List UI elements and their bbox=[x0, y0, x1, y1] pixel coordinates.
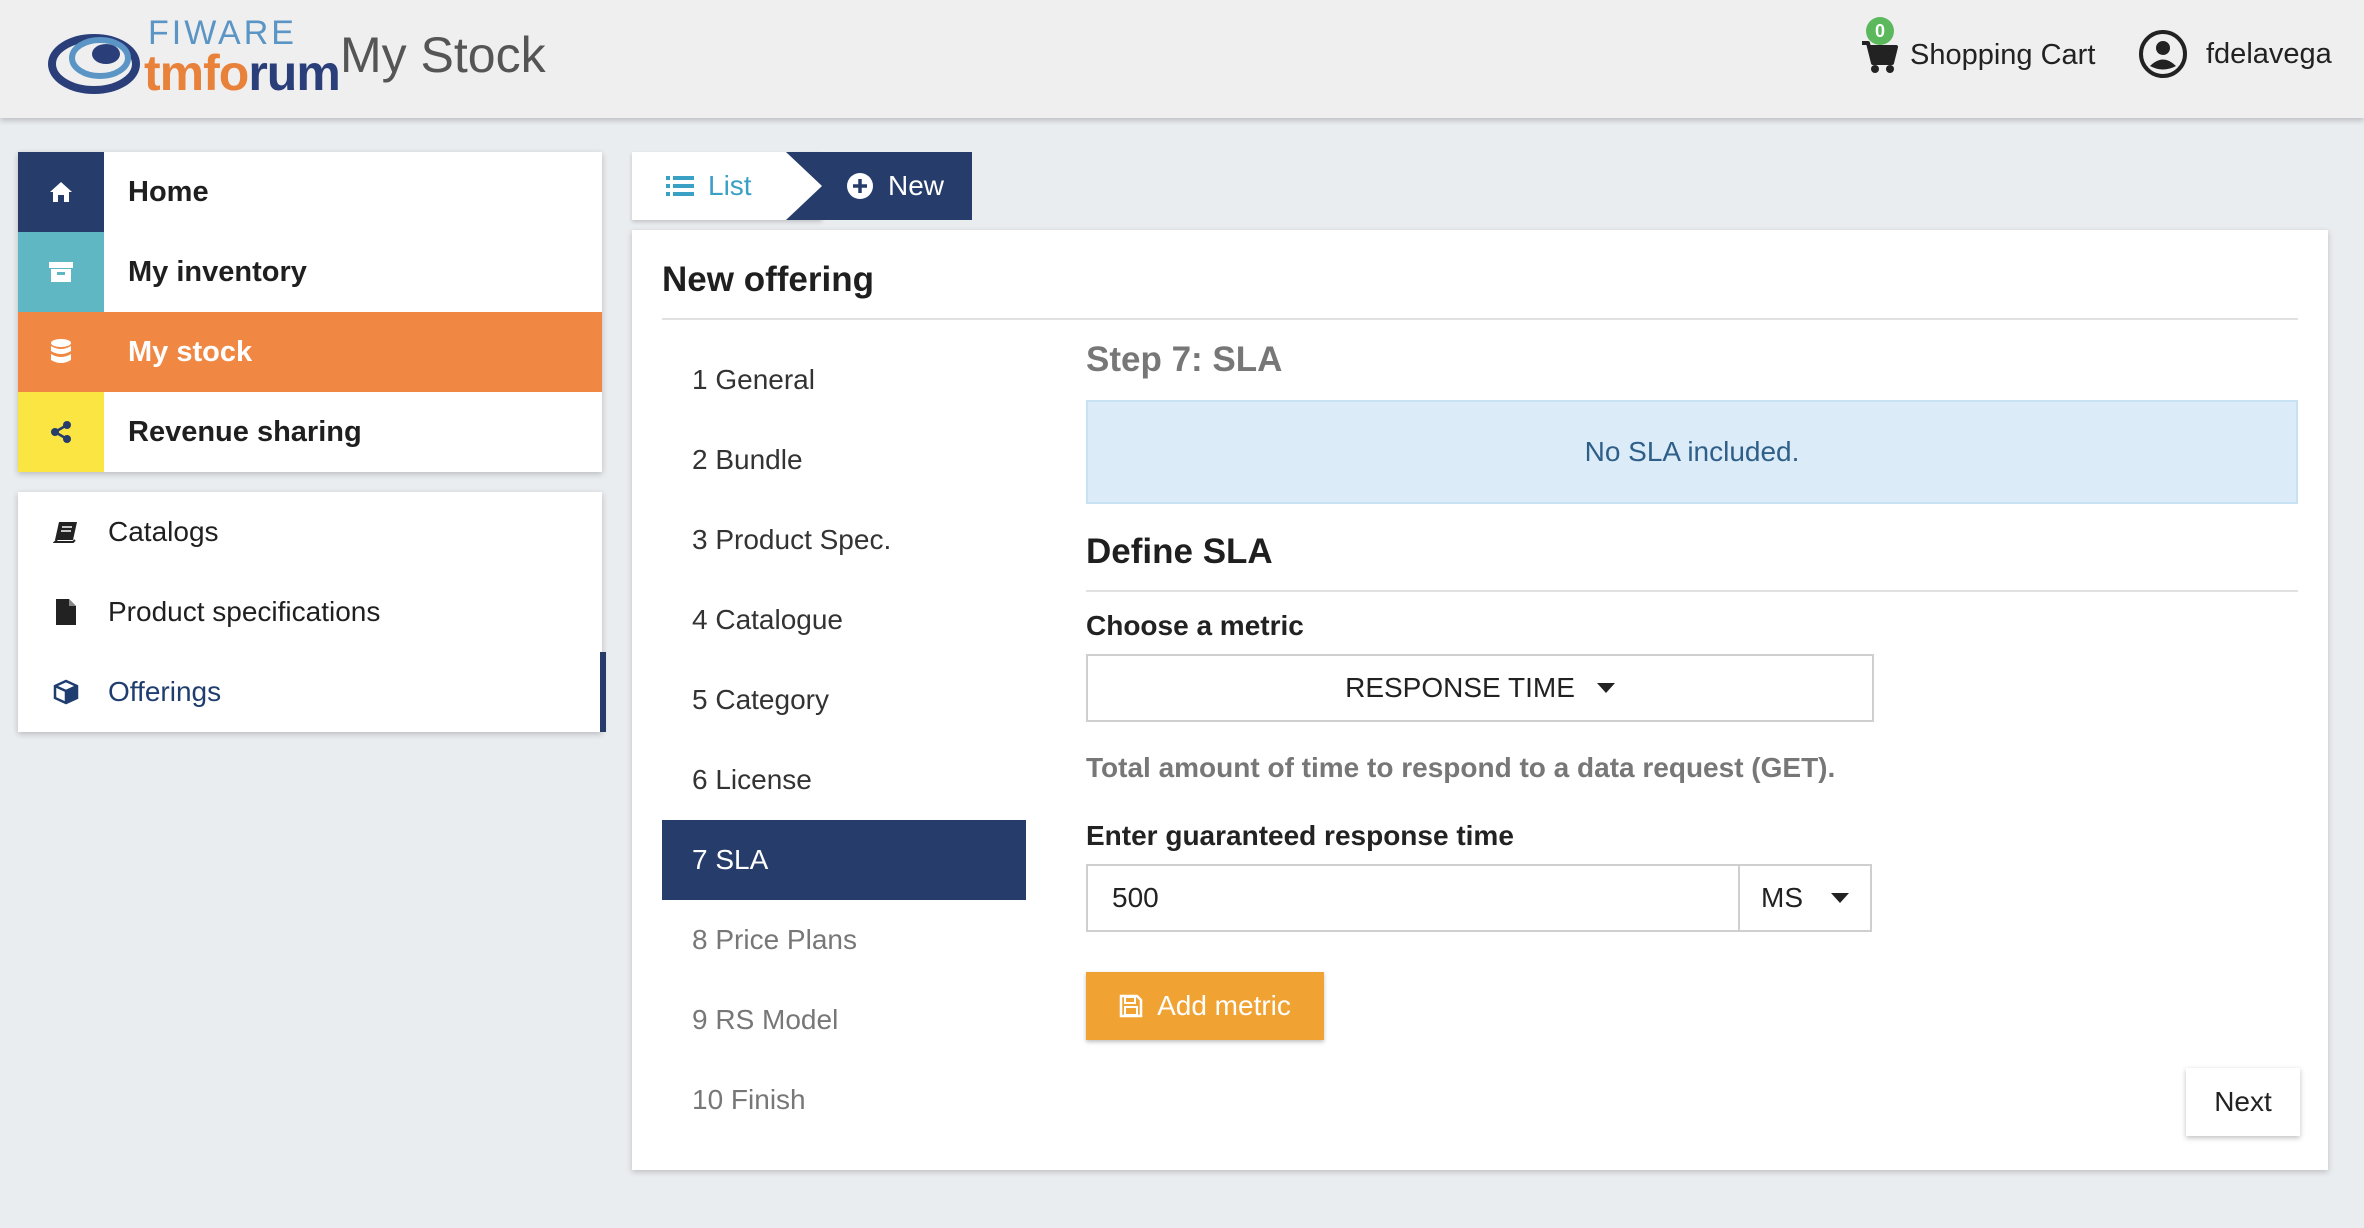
divider bbox=[1086, 590, 2298, 592]
menu-item-revenue-sharing[interactable]: Revenue sharing bbox=[18, 392, 602, 472]
step-rs-model[interactable]: 9 RS Model bbox=[662, 980, 1026, 1060]
metric-description: Total amount of time to respond to a dat… bbox=[1086, 752, 1836, 783]
step-bundle[interactable]: 2 Bundle bbox=[662, 420, 1026, 500]
step-sla[interactable]: 7 SLA bbox=[662, 820, 1026, 900]
menu-item-label: Revenue sharing bbox=[128, 415, 362, 448]
top-header: FIWARE tmforum My Stock 0 Shopping Cart … bbox=[0, 0, 2364, 118]
menu-item-label: Offerings bbox=[108, 676, 222, 707]
unit-select[interactable]: MS bbox=[1738, 864, 1872, 932]
menu-item-label: Catalogs bbox=[108, 516, 219, 547]
user-circle-icon bbox=[2139, 30, 2187, 78]
add-metric-button[interactable]: Add metric bbox=[1086, 972, 1324, 1040]
primary-menu: Home My inventory My stock Revenue shari… bbox=[18, 152, 602, 472]
divider bbox=[662, 318, 2298, 320]
menu-item-label: My stock bbox=[128, 335, 253, 368]
book-icon bbox=[52, 518, 80, 546]
list-icon bbox=[666, 176, 694, 196]
step-category[interactable]: 5 Category bbox=[662, 660, 1026, 740]
cart-count-badge: 0 bbox=[1866, 17, 1894, 45]
wizard-steps: 1 General 2 Bundle 3 Product Spec. 4 Cat… bbox=[662, 340, 1026, 1140]
response-time-input[interactable] bbox=[1086, 864, 1740, 932]
cart-icon: 0 bbox=[1860, 17, 1898, 75]
menu-item-label: My inventory bbox=[128, 255, 307, 288]
step-price-plans[interactable]: 8 Price Plans bbox=[662, 900, 1026, 980]
unit-select-value: MS bbox=[1761, 882, 1803, 913]
tab-new-label: New bbox=[888, 170, 945, 201]
step-title: Step 7: SLA bbox=[1086, 340, 1283, 379]
panel-title: New offering bbox=[662, 260, 874, 299]
logo-tmforum-text: tmforum bbox=[144, 45, 341, 101]
menu-item-home[interactable]: Home bbox=[18, 152, 602, 232]
fiware-tmforum-logo[interactable]: FIWARE tmforum bbox=[48, 14, 341, 101]
user-name: fdelavega bbox=[2206, 37, 2332, 70]
menu-item-my-stock[interactable]: My stock bbox=[18, 312, 602, 392]
share-icon bbox=[18, 392, 104, 472]
metric-label: Choose a metric bbox=[1086, 610, 1304, 641]
step-general[interactable]: 1 General bbox=[662, 340, 1026, 420]
menu-item-product-specifications[interactable]: Product specifications bbox=[18, 572, 602, 652]
metric-select[interactable]: RESPONSE TIME bbox=[1086, 654, 1874, 722]
caret-down-icon bbox=[1596, 683, 1615, 693]
cube-icon bbox=[52, 678, 80, 706]
step-product-spec[interactable]: 3 Product Spec. bbox=[662, 500, 1026, 580]
shopping-cart-link[interactable]: 0 Shopping Cart bbox=[1860, 17, 2096, 80]
response-time-label: Enter guaranteed response time bbox=[1086, 820, 1514, 851]
plus-circle-icon bbox=[847, 173, 873, 199]
page-title: My Stock bbox=[340, 27, 546, 83]
database-icon bbox=[18, 312, 104, 392]
logo-o-mark: o bbox=[218, 45, 250, 101]
step-catalogue[interactable]: 4 Catalogue bbox=[662, 580, 1026, 660]
user-menu[interactable]: fdelavega bbox=[2138, 26, 2332, 82]
logo-swirl-icon bbox=[48, 34, 140, 94]
next-button[interactable]: Next bbox=[2186, 1068, 2300, 1136]
menu-item-label: Product specifications bbox=[108, 596, 381, 627]
add-metric-label: Add metric bbox=[1157, 990, 1291, 1021]
save-icon bbox=[1119, 994, 1143, 1018]
tab-list-label: List bbox=[708, 170, 752, 201]
menu-item-catalogs[interactable]: Catalogs bbox=[18, 492, 602, 572]
new-offering-panel: New offering 1 General 2 Bundle 3 Produc… bbox=[632, 230, 2328, 1170]
cart-label: Shopping Cart bbox=[1910, 38, 2096, 71]
menu-item-label: Home bbox=[128, 175, 209, 208]
step-finish[interactable]: 10 Finish bbox=[662, 1060, 1026, 1140]
secondary-menu: Catalogs Product specifications Offering… bbox=[18, 492, 606, 732]
metric-select-value: RESPONSE TIME bbox=[1345, 672, 1575, 703]
file-icon bbox=[52, 598, 80, 626]
step-license[interactable]: 6 License bbox=[662, 740, 1026, 820]
home-icon bbox=[18, 152, 104, 232]
define-sla-title: Define SLA bbox=[1086, 532, 1273, 571]
archive-icon bbox=[18, 232, 104, 312]
menu-item-my-inventory[interactable]: My inventory bbox=[18, 232, 602, 312]
caret-down-icon bbox=[1831, 893, 1849, 903]
menu-item-offerings[interactable]: Offerings bbox=[18, 652, 606, 732]
tab-list[interactable]: List bbox=[632, 152, 822, 220]
no-sla-alert: No SLA included. bbox=[1086, 400, 2298, 504]
